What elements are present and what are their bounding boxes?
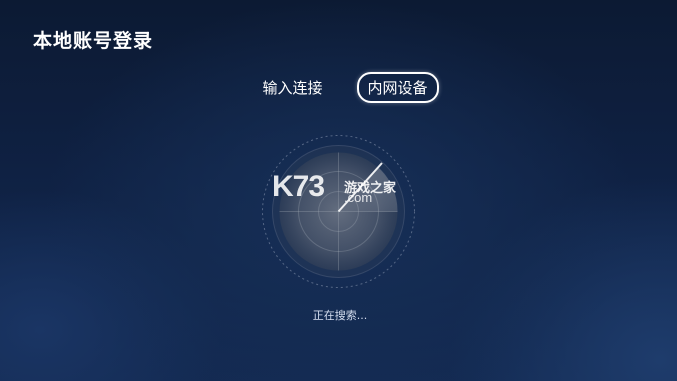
login-mode-switch: 输入连接 内网设备	[0, 72, 677, 103]
tab-intranet-devices[interactable]: 内网设备	[356, 72, 439, 103]
tab-input-connection[interactable]: 输入连接	[252, 73, 332, 102]
search-status: 正在搜索...	[312, 309, 368, 322]
page-title: 本地账号登录	[33, 30, 154, 52]
radar-scan-icon	[262, 135, 415, 288]
